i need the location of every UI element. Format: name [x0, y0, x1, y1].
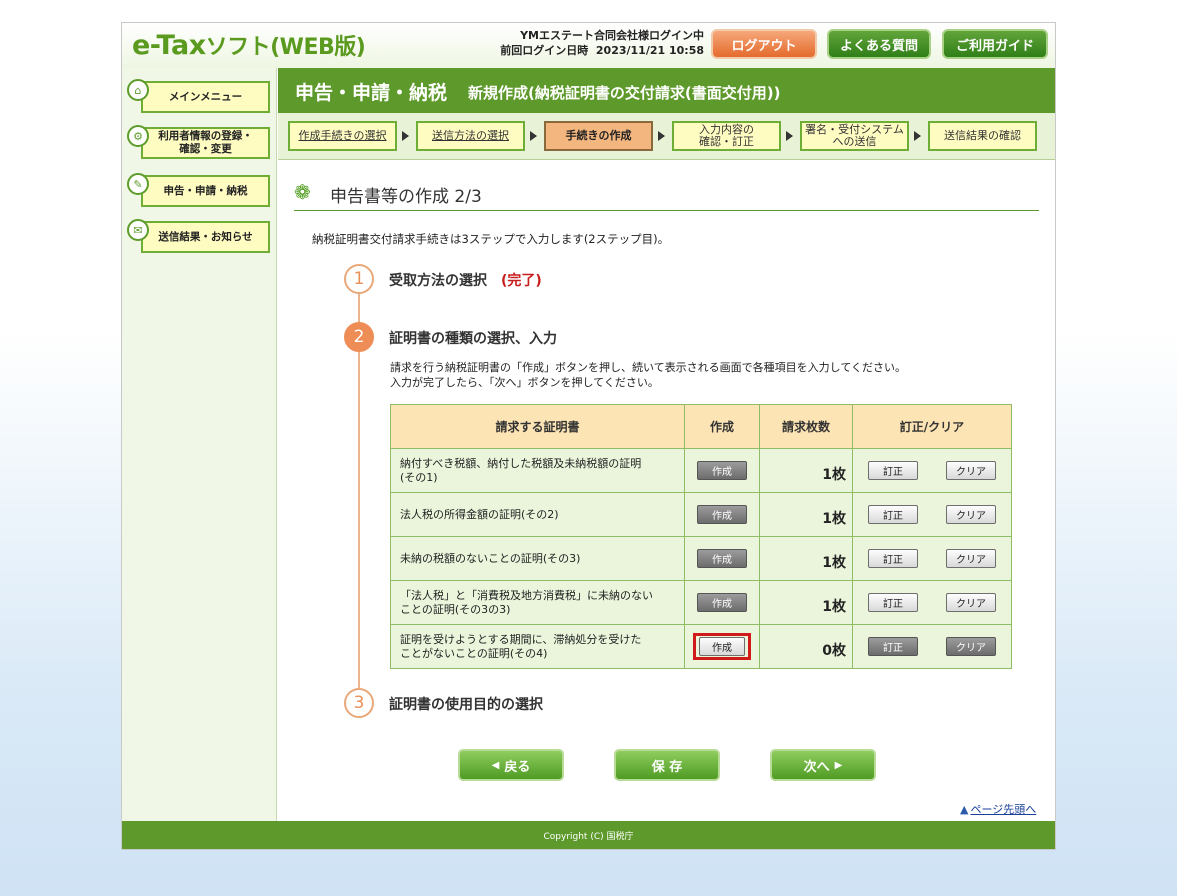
request-count: 1枚	[759, 536, 853, 581]
arrow-right-icon	[402, 131, 409, 141]
create-button[interactable]: 作成	[697, 461, 747, 480]
step-check-results: 送信結果の確認	[928, 121, 1037, 151]
arrow-right-icon	[658, 131, 665, 141]
faq-button[interactable]: よくある質問	[827, 29, 931, 59]
request-count: 1枚	[759, 492, 853, 537]
edit-button[interactable]: 訂正	[868, 549, 918, 568]
step2-heading: 証明書の種類の選択、入力	[389, 331, 557, 347]
back-button[interactable]: ◀ 戻る	[458, 749, 564, 781]
edit-button[interactable]: 訂正	[868, 593, 918, 612]
sidebar-item-label: 利用者情報の登録・ 確認・変更	[141, 127, 270, 159]
clear-button[interactable]: クリア	[946, 593, 996, 612]
table-row: 未納の税額のないことの証明(その3) 作成 1枚 訂正 クリア	[390, 536, 1012, 581]
step-number-2: 2	[344, 322, 374, 352]
save-button[interactable]: 保 存	[614, 749, 720, 781]
footer: Copyright (C) 国税庁	[122, 821, 1055, 849]
table-row: 納付すべき税額、納付した税額及未納税額の証明 (その1) 作成 1枚 訂正 クリア	[390, 448, 1012, 493]
title-bar: 申告・申請・納税 新規作成(納税証明書の交付請求(書面交付用))	[278, 68, 1055, 113]
step3-heading: 証明書の使用目的の選択	[389, 697, 543, 713]
step-number-1: 1	[344, 264, 374, 294]
document-icon: ✎	[127, 173, 149, 195]
col-header-count: 請求枚数	[759, 404, 853, 449]
sidebar-item-main-menu[interactable]: メインメニュー ⌂	[127, 79, 271, 115]
clear-button[interactable]: クリア	[946, 637, 996, 656]
edit-button[interactable]: 訂正	[868, 637, 918, 656]
col-header-certificate: 請求する証明書	[390, 404, 685, 449]
request-count: 0枚	[759, 624, 853, 669]
step-navigation: 作成手続きの選択 送信方法の選択 手続きの作成 入力内容の 確認・訂正 署名・受付…	[278, 113, 1055, 160]
create-button[interactable]: 作成	[697, 549, 747, 568]
page-top-link[interactable]: ▲ ページ先頭へ	[960, 801, 1036, 817]
home-icon: ⌂	[127, 79, 149, 101]
mail-icon: ✉	[127, 219, 149, 241]
guide-button[interactable]: ご利用ガイド	[942, 29, 1048, 59]
step-select-procedure[interactable]: 作成手続きの選択	[288, 121, 397, 151]
step-create-procedure: 手続きの作成	[544, 121, 653, 151]
col-header-edit-clear: 訂正/クリア	[852, 404, 1012, 449]
arrow-right-icon: ▶	[834, 759, 843, 771]
user-info: YMエステート合同会社様ログイン中 前回ログイン日時 2023/11/21 10…	[482, 28, 704, 58]
certificate-name: 証明を受けようとする期間に、滞納処分を受けた ことがないことの証明(その4)	[390, 624, 685, 669]
certificate-name: 「法人税」と「消費税及地方消費税」に未納のない ことの証明(その3の3)	[390, 580, 685, 625]
sidebar: メインメニュー ⌂ 利用者情報の登録・ 確認・変更 ⚙ 申告・申請・納税 ✎ 送信…	[122, 68, 277, 821]
app-logo: e-Taxソフト(WEB版)	[132, 30, 366, 61]
sidebar-item-label: 申告・申請・納税	[141, 175, 270, 207]
table-row: 「法人税」と「消費税及地方消費税」に未納のない ことの証明(その3の3) 作成 1…	[390, 580, 1012, 625]
certificate-table: 請求する証明書 作成 請求枚数 訂正/クリア 納付すべき税額、納付した税額及未納…	[390, 404, 1012, 669]
arrow-right-icon	[530, 131, 537, 141]
create-button[interactable]: 作成	[697, 505, 747, 524]
clover-icon: ❁	[294, 180, 311, 204]
app-window: e-Taxソフト(WEB版) YMエステート合同会社様ログイン中 前回ログイン日…	[121, 22, 1056, 850]
next-button[interactable]: 次へ ▶	[770, 749, 876, 781]
step-confirm-edit: 入力内容の 確認・訂正	[672, 121, 781, 151]
step2-instructions: 請求を行う納税証明書の「作成」ボタンを押し、続いて表示される画面で各種項目を入力…	[390, 361, 907, 389]
arrow-right-icon	[914, 131, 921, 141]
certificate-name: 未納の税額のないことの証明(その3)	[390, 536, 685, 581]
sidebar-item-user-info[interactable]: 利用者情報の登録・ 確認・変更 ⚙	[127, 125, 271, 161]
page-title: 申告書等の作成 2/3	[330, 187, 482, 207]
edit-button[interactable]: 訂正	[868, 461, 918, 480]
step1-heading: 受取方法の選択 (完了)	[389, 273, 542, 289]
sidebar-item-label: 送信結果・お知らせ	[141, 221, 270, 253]
header: e-Taxソフト(WEB版) YMエステート合同会社様ログイン中 前回ログイン日…	[122, 23, 1055, 68]
step-number-3: 3	[344, 688, 374, 718]
settings-icon: ⚙	[127, 125, 149, 147]
table-row: 証明を受けようとする期間に、滞納処分を受けた ことがないことの証明(その4) 作成…	[390, 624, 1012, 669]
arrow-left-icon: ◀	[491, 759, 500, 771]
page-section-title: 申告・申請・納税	[295, 82, 448, 104]
arrow-right-icon	[786, 131, 793, 141]
intro-text: 納税証明書交付請求手続きは3ステップで入力します(2ステップ目)。	[312, 232, 670, 246]
last-login: 前回ログイン日時 2023/11/21 10:58	[500, 44, 704, 57]
clear-button[interactable]: クリア	[946, 549, 996, 568]
edit-button[interactable]: 訂正	[868, 505, 918, 524]
table-row: 法人税の所得金額の証明(その2) 作成 1枚 訂正 クリア	[390, 492, 1012, 537]
content-title: ❁ 申告書等の作成 2/3	[294, 176, 1039, 211]
certificate-name: 法人税の所得金額の証明(その2)	[390, 492, 685, 537]
user-name: YMエステート合同会社様ログイン中	[520, 29, 704, 42]
step-select-send-method[interactable]: 送信方法の選択	[416, 121, 525, 151]
sidebar-item-filing[interactable]: 申告・申請・納税 ✎	[127, 173, 271, 209]
request-count: 1枚	[759, 580, 853, 625]
create-button[interactable]: 作成	[697, 593, 747, 612]
sidebar-item-label: メインメニュー	[141, 81, 270, 113]
clear-button[interactable]: クリア	[946, 505, 996, 524]
table-header-row: 請求する証明書 作成 請求枚数 訂正/クリア	[390, 404, 1012, 449]
up-arrow-icon: ▲	[960, 803, 969, 816]
col-header-create: 作成	[684, 404, 760, 449]
step1-status: (完了)	[501, 273, 542, 289]
page-subtitle: 新規作成(納税証明書の交付請求(書面交付用))	[468, 84, 781, 102]
highlight-box: 作成	[693, 633, 751, 660]
create-button[interactable]: 作成	[699, 637, 745, 656]
clear-button[interactable]: クリア	[946, 461, 996, 480]
sidebar-item-results[interactable]: 送信結果・お知らせ ✉	[127, 219, 271, 255]
certificate-name: 納付すべき税額、納付した税額及未納税額の証明 (その1)	[390, 448, 685, 493]
step-sign-send: 署名・受付システム への送信	[800, 121, 909, 151]
request-count: 1枚	[759, 448, 853, 493]
logout-button[interactable]: ログアウト	[711, 29, 817, 59]
